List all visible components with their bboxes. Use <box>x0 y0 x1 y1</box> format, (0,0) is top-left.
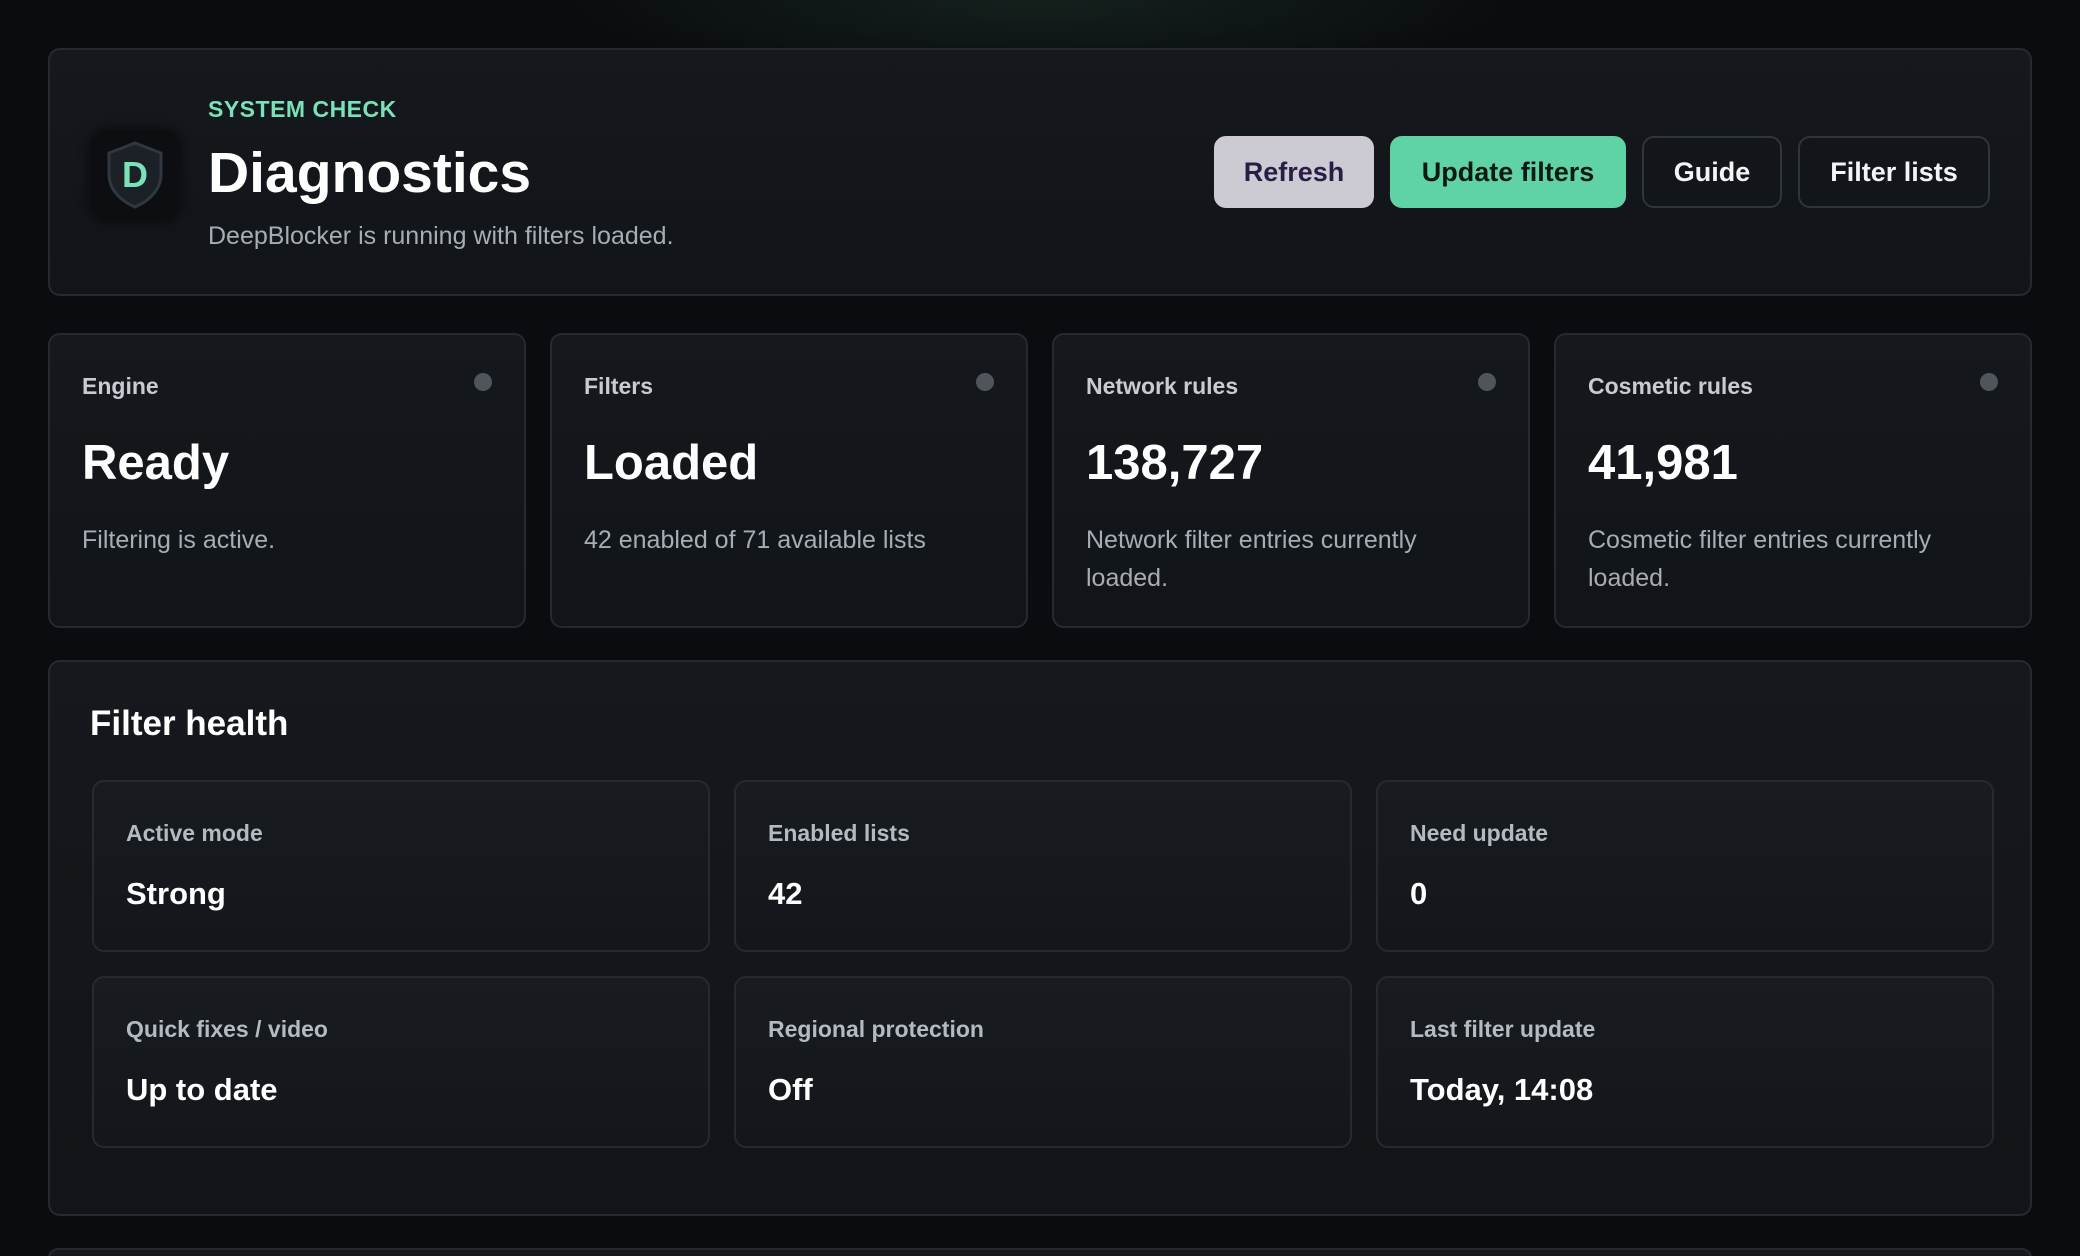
update-filters-button[interactable]: Update filters <box>1390 136 1626 208</box>
metric-label: Active mode <box>126 820 263 846</box>
section-title: Filter health <box>90 704 289 743</box>
status-dot-icon <box>474 373 492 391</box>
metric-need-update: Need update 0 <box>1376 780 1994 952</box>
stat-label: Filters <box>584 373 654 399</box>
filter-lists-button[interactable]: Filter lists <box>1798 136 1990 208</box>
refresh-button[interactable]: Refresh <box>1214 136 1374 208</box>
shield-icon: D <box>107 141 163 209</box>
metric-value: Strong <box>126 876 226 911</box>
stat-label: Network rules <box>1086 373 1239 399</box>
stat-description: Filtering is active. <box>82 526 276 554</box>
status-dot-icon <box>1980 373 1998 391</box>
page-title: Diagnostics <box>208 141 532 205</box>
status-dot-icon <box>1478 373 1496 391</box>
metric-value: Up to date <box>126 1072 278 1107</box>
metric-label: Regional protection <box>768 1016 984 1042</box>
metric-value: Off <box>768 1072 813 1107</box>
next-section-edge <box>48 1248 2032 1256</box>
stat-card-engine: Engine Ready Filtering is active. <box>48 333 526 628</box>
stat-label: Cosmetic rules <box>1588 373 1753 399</box>
stat-value: 41,981 <box>1588 436 1738 490</box>
stat-value: Ready <box>82 436 230 490</box>
stat-card-cosmetic-rules: Cosmetic rules 41,981 Cosmetic filter en… <box>1554 333 2032 628</box>
metric-label: Quick fixes / video <box>126 1016 328 1042</box>
metric-active-mode: Active mode Strong <box>92 780 710 952</box>
metric-last-filter-update: Last filter update Today, 14:08 <box>1376 976 1994 1148</box>
metric-value: 0 <box>1410 876 1428 911</box>
page-subtitle: DeepBlocker is running with filters load… <box>208 222 674 250</box>
svg-text:D: D <box>122 154 148 195</box>
stat-card-network-rules: Network rules 138,727 Network filter ent… <box>1052 333 1530 628</box>
stat-description: Network filter entries currently loaded. <box>1086 526 1417 592</box>
metric-enabled-lists: Enabled lists 42 <box>734 780 1352 952</box>
metric-value: 42 <box>768 876 803 911</box>
stat-description: 42 enabled of 71 available lists <box>584 526 926 554</box>
stat-value: Loaded <box>584 436 759 490</box>
metric-value: Today, 14:08 <box>1410 1072 1594 1107</box>
metric-quick-fixes: Quick fixes / video Up to date <box>92 976 710 1148</box>
stat-description: Cosmetic filter entries currently loaded… <box>1588 526 1932 592</box>
metric-label: Enabled lists <box>768 820 910 846</box>
diagnostics-header: D SYSTEM CHECK Diagnostics DeepBlocker i… <box>48 48 2032 296</box>
guide-button[interactable]: Guide <box>1642 136 1782 208</box>
metric-label: Last filter update <box>1410 1016 1596 1042</box>
app-logo: D <box>90 130 180 220</box>
header-actions: Refresh Update filters Guide Filter list… <box>1214 136 1990 208</box>
stat-value: 138,727 <box>1086 436 1264 490</box>
filter-health-panel: Filter health Active mode Strong Enabled… <box>48 660 2032 1216</box>
stat-label: Engine <box>82 373 159 399</box>
stat-card-filters: Filters Loaded 42 enabled of 71 availabl… <box>550 333 1028 628</box>
section-eyebrow: SYSTEM CHECK <box>208 96 397 122</box>
status-dot-icon <box>976 373 994 391</box>
metric-regional-protection: Regional protection Off <box>734 976 1352 1148</box>
metric-label: Need update <box>1410 820 1549 846</box>
